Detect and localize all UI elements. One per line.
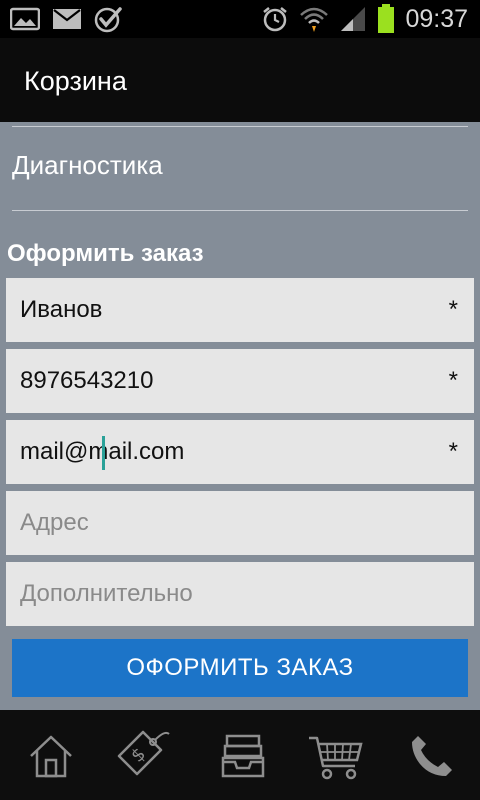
additional-info-input[interactable] xyxy=(6,562,474,626)
nav-home[interactable] xyxy=(23,728,79,784)
place-order-button[interactable]: ОФОРМИТЬ ЗАКАЗ xyxy=(12,639,468,697)
wifi-icon xyxy=(299,5,329,33)
additional-info-field[interactable] xyxy=(6,562,474,626)
bottom-navigation: $ xyxy=(0,710,480,800)
nav-services[interactable] xyxy=(215,728,271,784)
nav-call[interactable] xyxy=(404,728,460,784)
divider xyxy=(12,210,468,211)
home-icon xyxy=(27,732,75,780)
status-bar: 09:37 xyxy=(0,0,480,38)
cart-icon xyxy=(307,732,363,780)
mail-icon xyxy=(52,8,82,30)
battery-icon xyxy=(377,4,395,34)
inbox-tray-icon xyxy=(219,732,267,780)
nav-cart[interactable] xyxy=(307,728,363,784)
address-field[interactable] xyxy=(6,491,474,555)
gallery-icon xyxy=(10,7,40,31)
surname-input[interactable] xyxy=(6,278,474,342)
signal-icon xyxy=(339,6,367,32)
screen-title: Корзина xyxy=(24,66,127,96)
order-form-title: Оформить заказ xyxy=(7,240,204,267)
price-tag-icon: $ xyxy=(115,728,171,784)
checkmark-icon xyxy=(94,5,122,33)
cart-content: Диагностика Оформить заказ * * * ОФОРМИТ… xyxy=(0,122,480,710)
required-marker: * xyxy=(448,438,458,465)
phone-icon xyxy=(410,734,454,778)
email-input[interactable] xyxy=(6,420,474,484)
phone-field[interactable]: * xyxy=(6,349,474,413)
action-bar: Корзина xyxy=(0,38,480,122)
app-screen: 09:37 Корзина Диагностика Оформить заказ… xyxy=(0,0,480,800)
divider xyxy=(12,126,468,127)
nav-prices[interactable]: $ xyxy=(115,728,171,784)
clock: 09:37 xyxy=(405,5,468,33)
surname-field[interactable]: * xyxy=(6,278,474,342)
email-field[interactable]: * xyxy=(6,420,474,484)
phone-input[interactable] xyxy=(6,349,474,413)
alarm-icon xyxy=(261,5,289,33)
required-marker: * xyxy=(448,367,458,394)
system-icons: 09:37 xyxy=(261,3,468,35)
text-cursor xyxy=(102,436,105,470)
required-marker: * xyxy=(448,296,458,323)
cart-item[interactable]: Диагностика xyxy=(12,149,163,181)
notification-icons xyxy=(10,5,122,33)
address-input[interactable] xyxy=(6,491,474,555)
